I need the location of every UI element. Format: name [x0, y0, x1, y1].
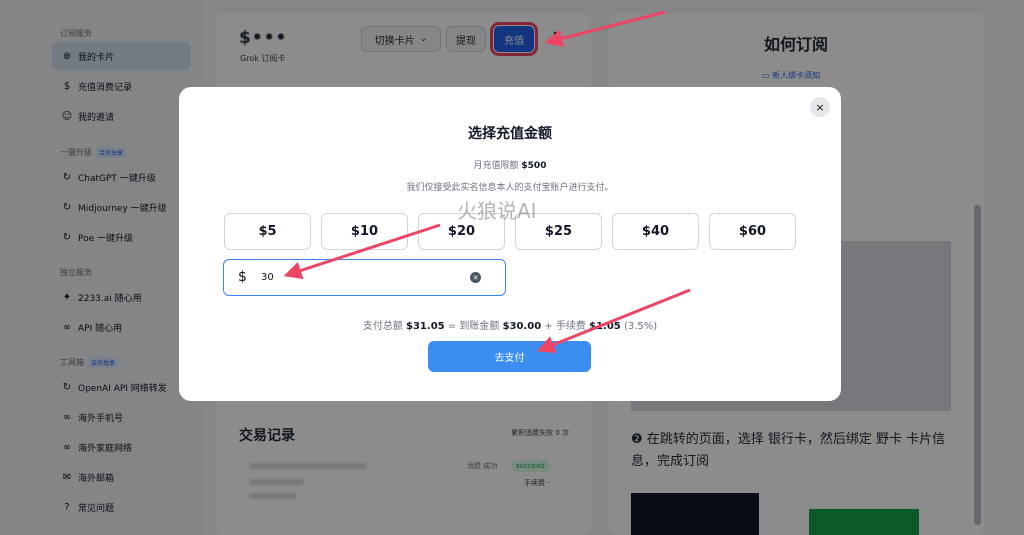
watermark: 火狼说AI	[457, 199, 537, 223]
payment-summary: 支付总额 $31.05 = 到账金额 $30.00 + 手续费 $1.05 (3…	[362, 321, 658, 332]
custom-amount-input[interactable]: $ 30 ✕	[223, 259, 506, 296]
amount-option-40[interactable]: $40	[612, 213, 699, 250]
amount-value[interactable]: 30	[261, 272, 274, 283]
amount-option-10[interactable]: $10	[321, 213, 408, 250]
modal-title: 选择充值金额	[468, 126, 552, 142]
recharge-modal: × 选择充值金额 月充值限额 $500 我们仅接受此实名信息本人的支付宝账户进行…	[179, 87, 841, 401]
amount-option-5[interactable]: $5	[224, 213, 311, 250]
amount-option-60[interactable]: $60	[709, 213, 796, 250]
currency-symbol: $	[238, 269, 247, 285]
pay-button[interactable]: 去支付	[428, 341, 591, 372]
close-icon[interactable]: ×	[810, 97, 830, 117]
monthly-limit: 月充值限额 $500	[473, 161, 547, 171]
clear-icon[interactable]: ✕	[470, 272, 481, 283]
payment-note: 我们仅接受此实名信息本人的支付宝账户进行支付。	[406, 183, 614, 193]
